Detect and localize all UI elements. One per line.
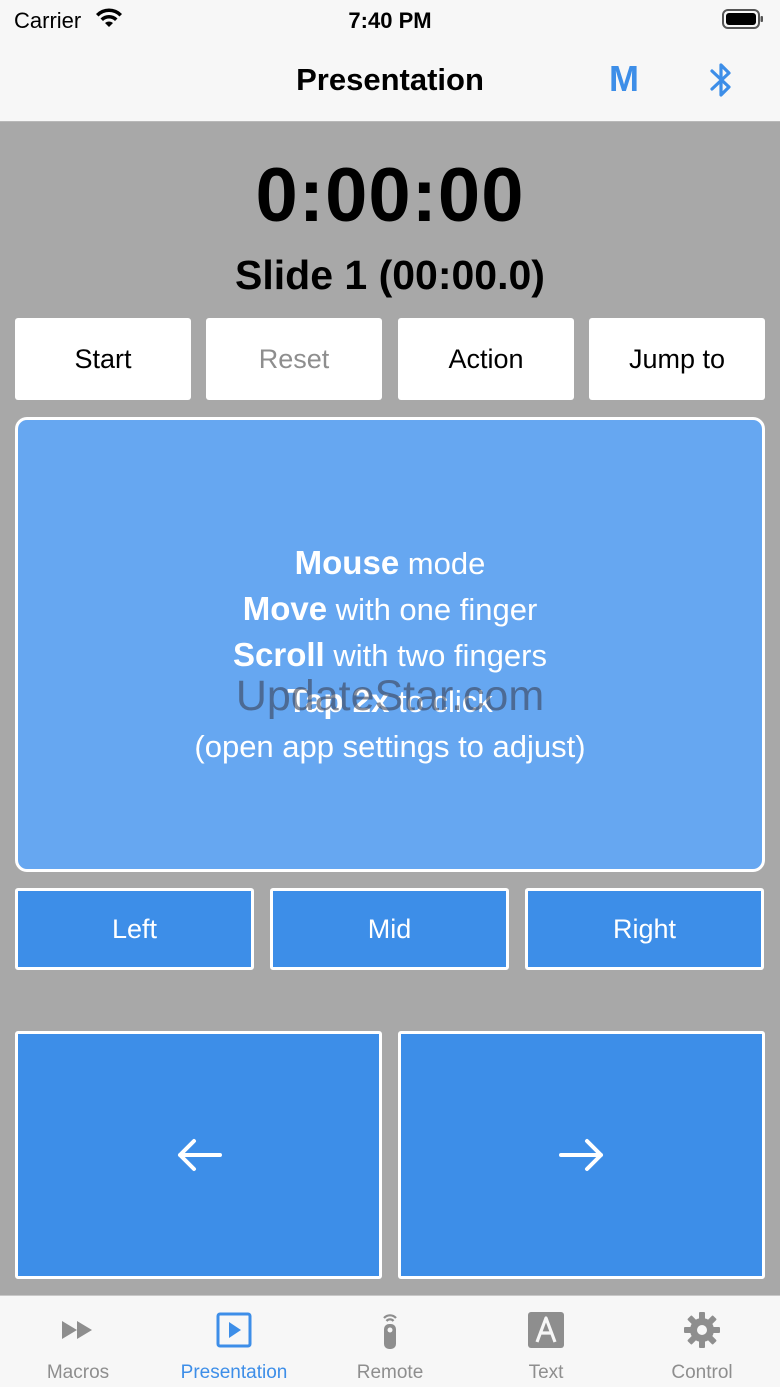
text-icon — [528, 1312, 564, 1348]
tab-label-macros: Macros — [46, 1362, 110, 1383]
bluetooth-icon[interactable] — [704, 60, 738, 100]
mode-label-bold: Mouse — [294, 544, 400, 581]
tap-label-rest: to click — [389, 684, 493, 719]
mode-label-rest: mode — [399, 546, 486, 581]
remote-icon — [383, 1314, 397, 1349]
right-click-button[interactable]: Right — [525, 888, 764, 970]
page-title: Presentation — [296, 62, 484, 97]
arrow-right-icon — [558, 1139, 603, 1171]
action-button[interactable]: Action — [398, 318, 574, 400]
reset-button[interactable]: Reset — [206, 318, 382, 400]
next-slide-button[interactable] — [398, 1031, 765, 1279]
tab-label-presentation: Presentation — [180, 1362, 288, 1383]
settings-hint: (open app settings to adjust) — [194, 729, 586, 764]
navigation-bar: Presentation M — [0, 40, 780, 122]
tab-label-text: Text — [528, 1362, 564, 1383]
tab-macros[interactable]: Macros — [0, 1296, 156, 1387]
tab-presentation[interactable]: Presentation — [156, 1296, 312, 1387]
presentation-icon — [216, 1312, 252, 1348]
left-click-button[interactable]: Left — [15, 888, 254, 970]
macro-mode-button[interactable]: M — [604, 58, 644, 100]
trackpad-area[interactable]: Mouse mode Move with one finger Scroll w… — [15, 417, 765, 872]
trackpad-instructions: Mouse mode Move with one finger Scroll w… — [18, 540, 762, 769]
elapsed-timer: 0:00:00 — [255, 153, 525, 238]
slide-indicator: Slide 1 (00:00.0) — [235, 252, 545, 298]
clock: 7:40 PM — [348, 8, 432, 33]
scroll-label-rest: with two fingers — [324, 638, 547, 673]
arrow-left-icon — [177, 1139, 222, 1171]
tab-remote[interactable]: Remote — [312, 1296, 468, 1387]
move-label-rest: with one finger — [327, 592, 538, 627]
gear-icon — [684, 1312, 720, 1348]
previous-slide-button[interactable] — [15, 1031, 382, 1279]
scroll-label-bold: Scroll — [233, 636, 325, 673]
start-button[interactable]: Start — [15, 318, 191, 400]
tab-control[interactable]: Control — [624, 1296, 780, 1387]
move-label-bold: Move — [242, 590, 328, 627]
fast-forward-icon — [62, 1321, 92, 1339]
battery-icon — [722, 9, 763, 29]
tab-bar: Macros Presentation Remote Text Control — [0, 1295, 780, 1387]
tap-label-bold: Tap 2x — [287, 682, 390, 719]
tab-text[interactable]: Text — [468, 1296, 624, 1387]
tab-label-control: Control — [671, 1362, 733, 1383]
middle-click-button[interactable]: Mid — [270, 888, 509, 970]
tab-label-remote: Remote — [356, 1362, 424, 1383]
status-bar: Carrier 7:40 PM — [0, 0, 780, 40]
jump-to-button[interactable]: Jump to — [589, 318, 765, 400]
